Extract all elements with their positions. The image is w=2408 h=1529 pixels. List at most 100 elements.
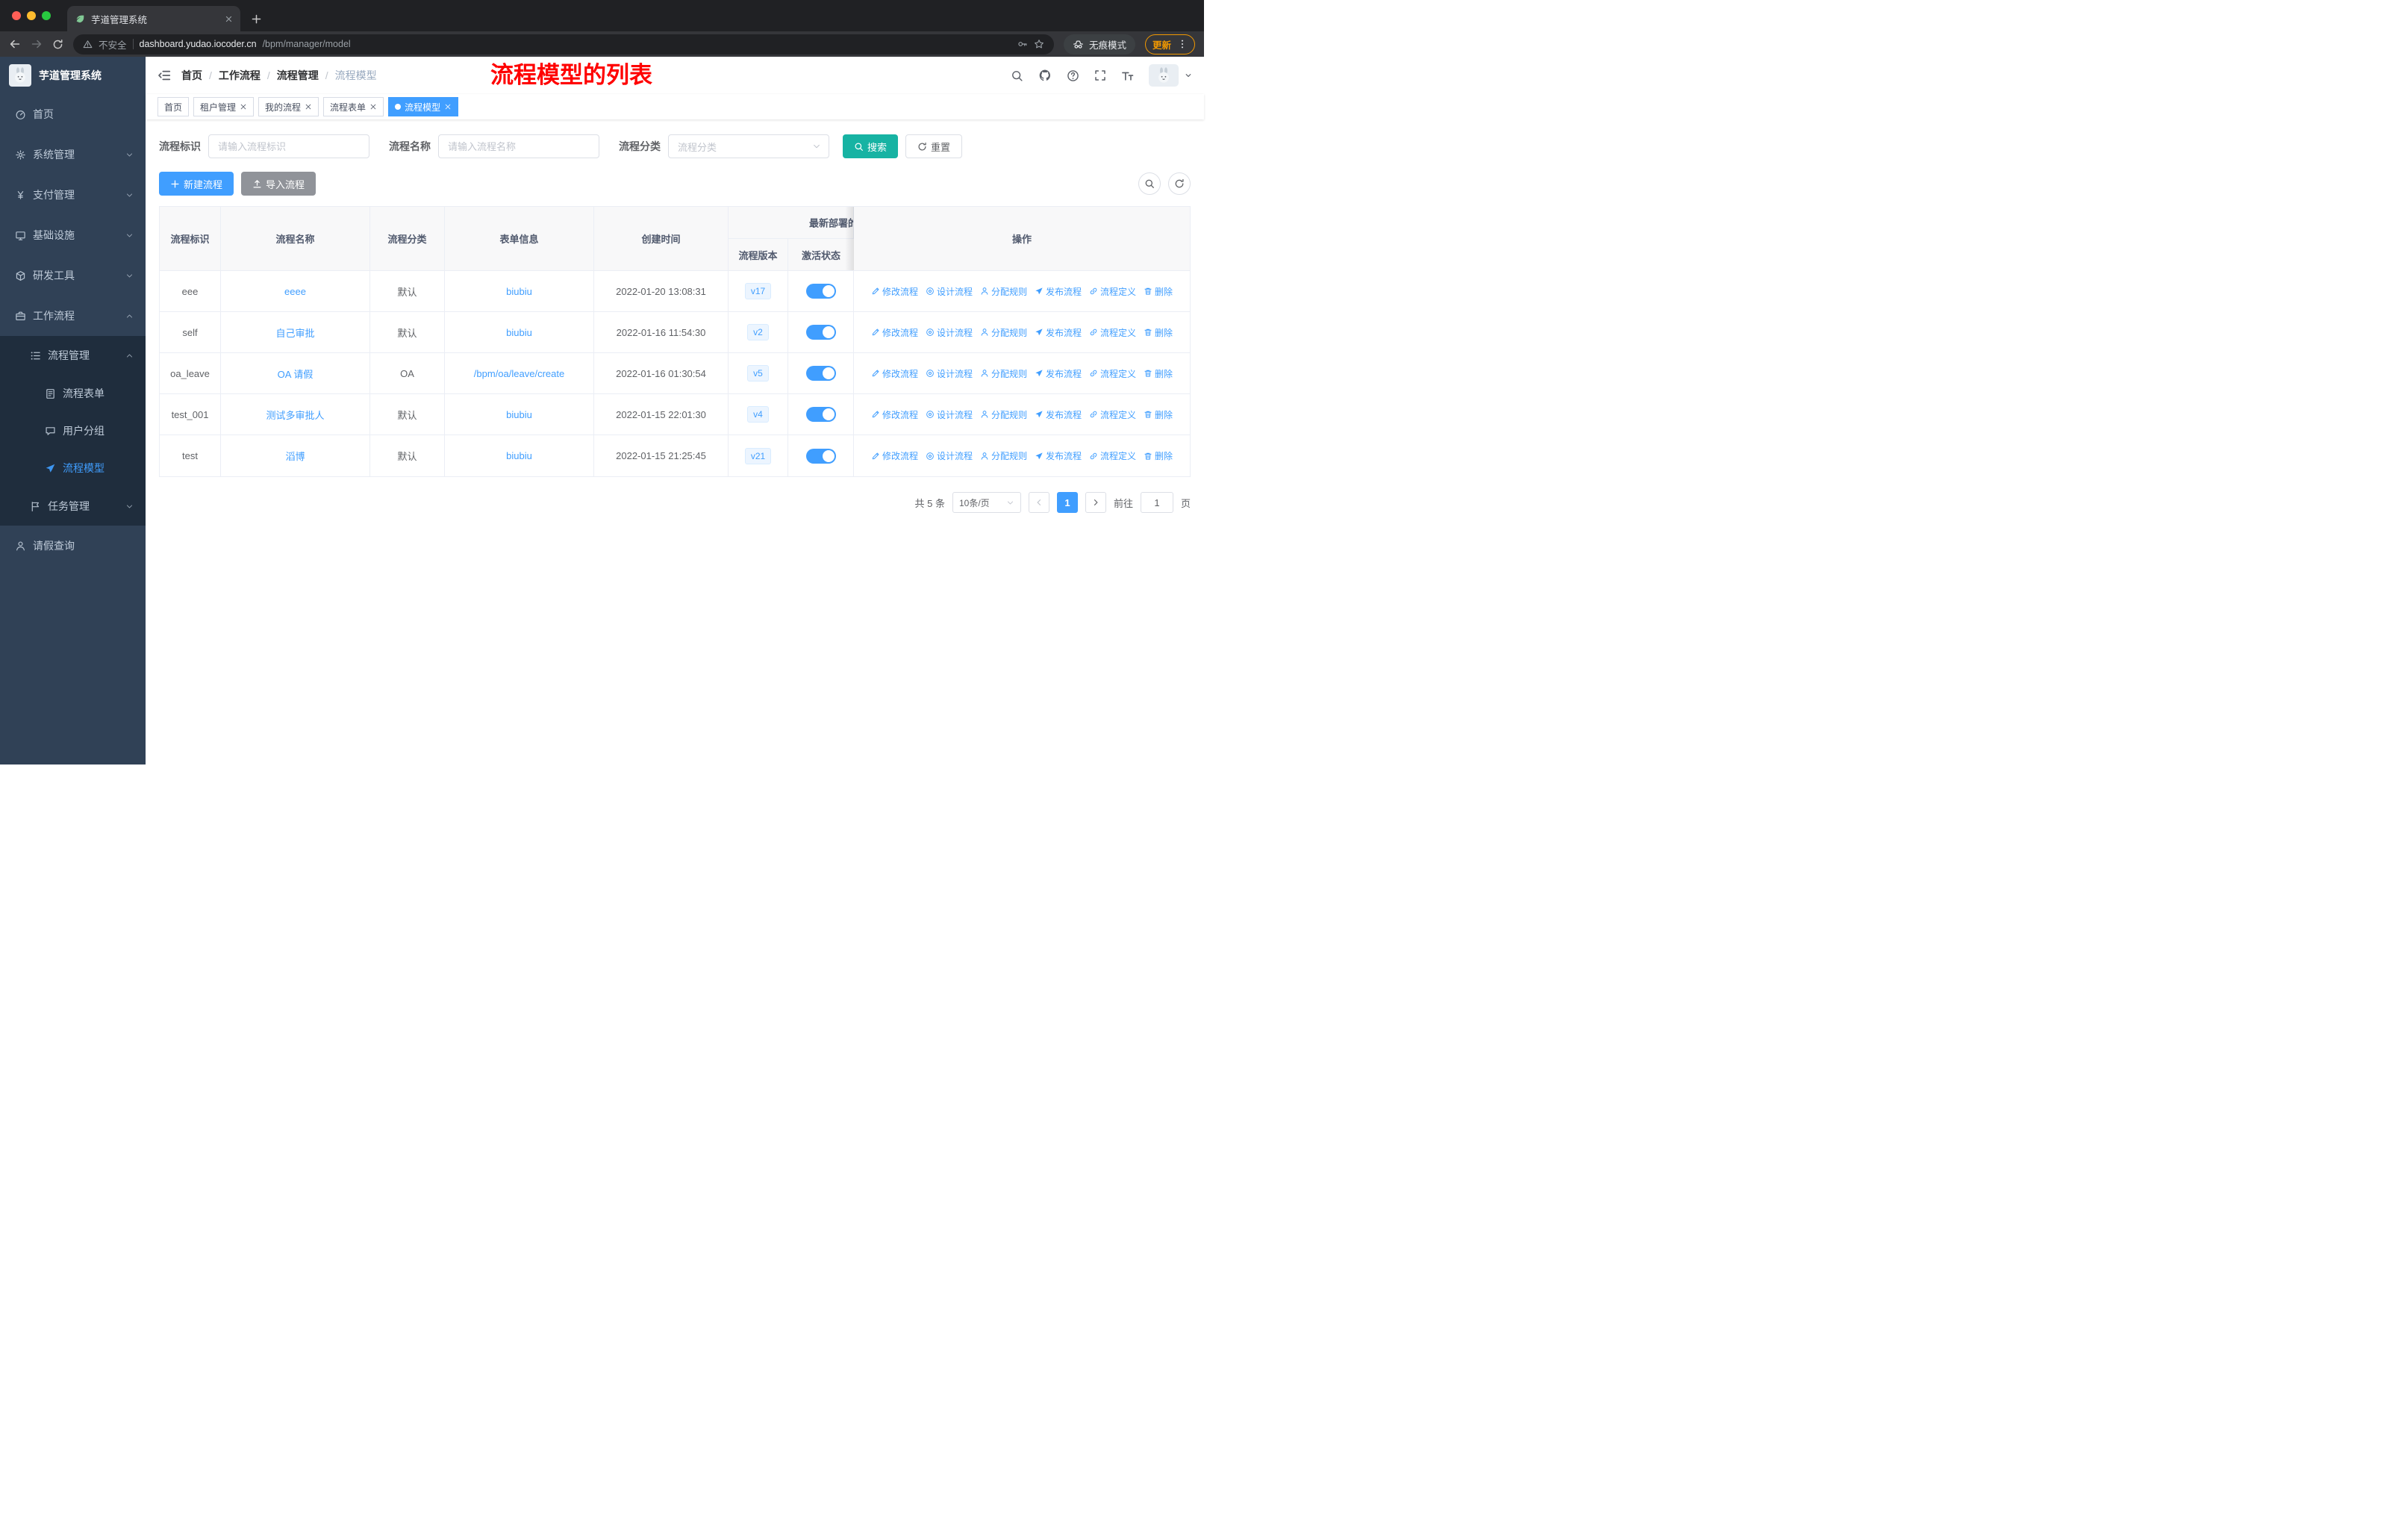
design-action-link[interactable]: 设计流程 [926, 326, 973, 339]
view-tag[interactable]: 首页 [157, 97, 190, 116]
sidebar-item-user-group[interactable]: 用户分组 [0, 412, 146, 449]
publish-action-link[interactable]: 发布流程 [1035, 285, 1082, 298]
browser-menu-icon[interactable] [1177, 39, 1188, 49]
search-icon[interactable] [1011, 69, 1023, 82]
bookmark-star-icon[interactable] [1034, 39, 1044, 49]
design-action-link[interactable]: 设计流程 [926, 408, 973, 421]
process-name-link[interactable]: eeee [284, 286, 306, 297]
form-info-link[interactable]: biubiu [506, 450, 532, 461]
view-tag[interactable]: 流程表单 [323, 97, 384, 116]
update-button[interactable]: 更新 [1144, 34, 1195, 55]
definition-action-link[interactable]: 流程定义 [1089, 285, 1136, 298]
modify-action-link[interactable]: 修改流程 [871, 408, 918, 421]
assign-rule-action-link[interactable]: 分配规则 [980, 326, 1027, 339]
modify-action-link[interactable]: 修改流程 [871, 285, 918, 298]
close-icon[interactable] [369, 103, 377, 110]
delete-action-link[interactable]: 删除 [1144, 367, 1173, 380]
modify-action-link[interactable]: 修改流程 [871, 326, 918, 339]
definition-action-link[interactable]: 流程定义 [1089, 449, 1136, 462]
breadcrumb-item[interactable]: 工作流程 [219, 68, 261, 83]
publish-action-link[interactable]: 发布流程 [1035, 408, 1082, 421]
sidebar-item-leave-query[interactable]: 请假查询 [0, 526, 146, 566]
publish-action-link[interactable]: 发布流程 [1035, 449, 1082, 462]
window-close-button[interactable] [12, 11, 21, 20]
process-name-link[interactable]: 自己审批 [275, 328, 314, 339]
publish-action-link[interactable]: 发布流程 [1035, 326, 1082, 339]
user-avatar[interactable] [1149, 64, 1179, 87]
prev-page-button[interactable] [1028, 492, 1049, 513]
definition-action-link[interactable]: 流程定义 [1089, 408, 1136, 421]
delete-action-link[interactable]: 删除 [1144, 408, 1173, 421]
close-icon[interactable] [305, 103, 312, 110]
window-zoom-button[interactable] [42, 11, 51, 20]
form-info-link[interactable]: biubiu [506, 409, 532, 420]
new-tab-button[interactable] [251, 13, 262, 25]
assign-rule-action-link[interactable]: 分配规则 [980, 285, 1027, 298]
address-bar[interactable]: 不安全 dashboard.yudao.iocoder.cn/bpm/manag… [73, 34, 1054, 55]
sidebar-item-process-form[interactable]: 流程表单 [0, 375, 146, 412]
sidebar-item-task-management[interactable]: 任务管理 [0, 487, 146, 526]
breadcrumb-item[interactable]: 流程管理 [277, 68, 319, 83]
view-tag[interactable]: 流程模型 [388, 97, 459, 116]
delete-action-link[interactable]: 删除 [1144, 285, 1173, 298]
active-toggle[interactable] [805, 448, 836, 464]
sidebar-item-payment-management[interactable]: 支付管理 [0, 175, 146, 215]
active-toggle[interactable] [805, 407, 836, 422]
reset-button[interactable]: 重置 [905, 134, 963, 158]
modify-action-link[interactable]: 修改流程 [871, 449, 918, 462]
user-menu-caret-icon[interactable] [1185, 72, 1192, 79]
sidebar-item-process-model[interactable]: 流程模型 [0, 449, 146, 487]
assign-rule-action-link[interactable]: 分配规则 [980, 367, 1027, 380]
sidebar-item-infrastructure[interactable]: 基础设施 [0, 215, 146, 255]
delete-action-link[interactable]: 删除 [1144, 326, 1173, 339]
process-name-link[interactable]: OA 请假 [278, 369, 314, 380]
font-size-icon[interactable] [1121, 69, 1134, 82]
tab-close-icon[interactable] [225, 15, 233, 23]
active-toggle[interactable] [805, 325, 836, 340]
design-action-link[interactable]: 设计流程 [926, 285, 973, 298]
close-icon[interactable] [444, 103, 452, 110]
forward-icon[interactable] [31, 38, 43, 50]
category-select[interactable]: 流程分类 [668, 134, 829, 158]
reload-icon[interactable] [52, 39, 63, 50]
close-icon[interactable] [240, 103, 247, 110]
view-tag[interactable]: 我的流程 [258, 97, 319, 116]
process-name-input[interactable] [438, 134, 599, 158]
modify-action-link[interactable]: 修改流程 [871, 367, 918, 380]
fullscreen-icon[interactable] [1094, 69, 1106, 81]
active-toggle[interactable] [805, 284, 836, 299]
breadcrumb-item[interactable]: 首页 [181, 68, 202, 83]
form-info-link[interactable]: biubiu [506, 286, 532, 297]
assign-rule-action-link[interactable]: 分配规则 [980, 408, 1027, 421]
process-name-link[interactable]: 滔博 [285, 451, 305, 462]
window-minimize-button[interactable] [27, 11, 36, 20]
page-size-select[interactable]: 10条/页 [952, 492, 1021, 513]
next-page-button[interactable] [1085, 492, 1106, 513]
definition-action-link[interactable]: 流程定义 [1089, 326, 1136, 339]
view-tag[interactable]: 租户管理 [193, 97, 255, 116]
form-info-link[interactable]: /bpm/oa/leave/create [474, 368, 564, 379]
sidebar-item-workflow[interactable]: 工作流程 [0, 296, 146, 336]
form-info-link[interactable]: biubiu [506, 327, 532, 338]
help-icon[interactable] [1067, 69, 1079, 82]
sidebar-item-home[interactable]: 首页 [0, 94, 146, 134]
page-number-button[interactable]: 1 [1056, 492, 1078, 513]
show-search-button[interactable] [1138, 172, 1161, 195]
create-process-button[interactable]: 新建流程 [159, 172, 234, 196]
delete-action-link[interactable]: 删除 [1144, 449, 1173, 462]
design-action-link[interactable]: 设计流程 [926, 449, 973, 462]
search-button[interactable]: 搜索 [843, 134, 899, 158]
active-toggle[interactable] [805, 366, 836, 381]
sidebar-item-dev-tools[interactable]: 研发工具 [0, 255, 146, 296]
sidebar-item-process-management[interactable]: 流程管理 [0, 336, 146, 375]
publish-action-link[interactable]: 发布流程 [1035, 367, 1082, 380]
goto-page-input[interactable] [1140, 492, 1173, 513]
design-action-link[interactable]: 设计流程 [926, 367, 973, 380]
definition-action-link[interactable]: 流程定义 [1089, 367, 1136, 380]
sidebar-fold-icon[interactable] [157, 69, 171, 82]
process-key-input[interactable] [208, 134, 369, 158]
assign-rule-action-link[interactable]: 分配规则 [980, 449, 1027, 462]
browser-tab[interactable]: 芋道管理系统 [67, 6, 240, 31]
password-key-icon[interactable] [1017, 39, 1028, 49]
sidebar-item-system-management[interactable]: 系统管理 [0, 134, 146, 175]
